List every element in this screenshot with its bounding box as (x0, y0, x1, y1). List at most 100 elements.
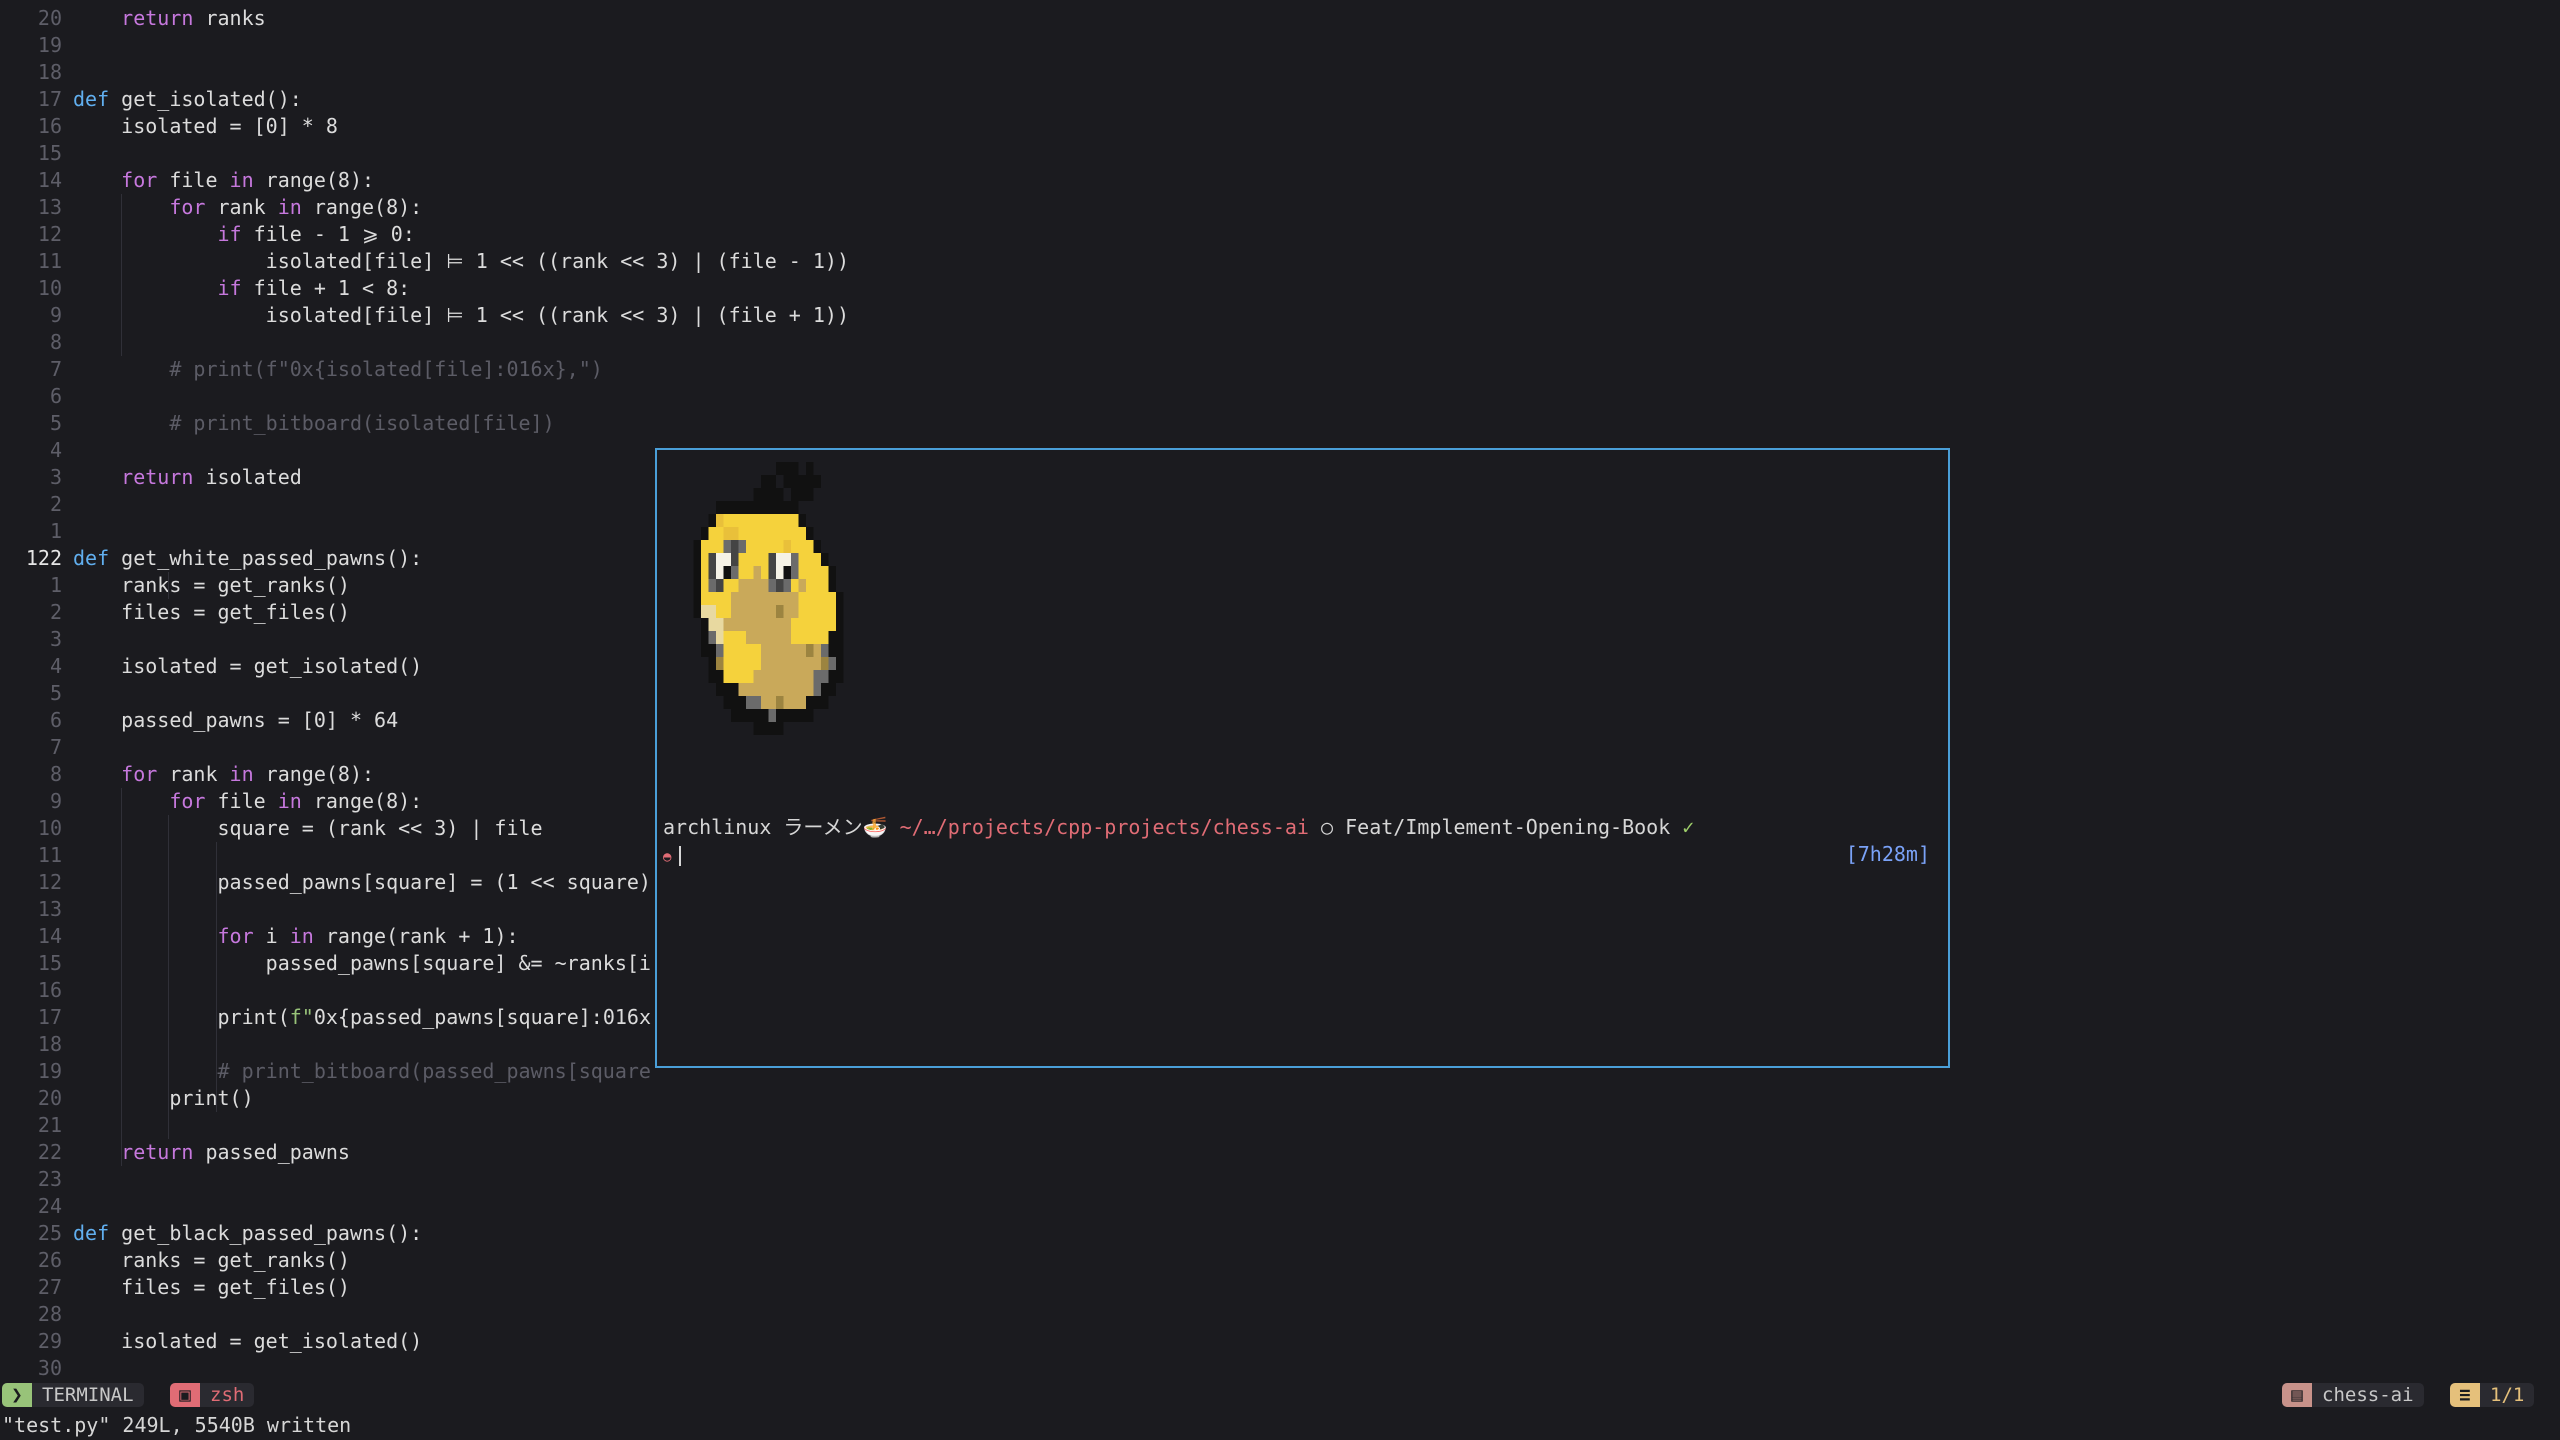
shell-indicator[interactable]: ▣ zsh (170, 1383, 255, 1407)
line-number: 19 (37, 1059, 62, 1083)
code-line[interactable]: passed_pawns = [0] * 64 (73, 707, 398, 734)
line-number: 25 (37, 1221, 62, 1245)
line-number: 6 (49, 708, 62, 732)
line-number: 9 (49, 789, 62, 813)
line-number: 26 (37, 1248, 62, 1272)
line-number: 7 (49, 735, 62, 759)
line-number: 14 (37, 168, 62, 192)
session-timer: [7h28m] (1845, 842, 1930, 866)
line-number: 16 (37, 114, 62, 138)
line-number: 14 (37, 924, 62, 948)
indent-guide (168, 572, 169, 599)
line-number: 18 (37, 60, 62, 84)
line-number: 4 (49, 654, 62, 678)
code-line[interactable]: passed_pawns[square] = (1 << square) (73, 869, 650, 896)
line-number: 15 (37, 951, 62, 975)
lines-icon: ≡ (2450, 1383, 2480, 1407)
code-line[interactable]: def get_white_passed_pawns(): (73, 545, 422, 572)
code-line[interactable]: isolated[file] ⊨ 1 << ((rank << 3) | (fi… (73, 248, 849, 275)
code-line[interactable]: if file - 1 ⩾ 0: (73, 221, 415, 248)
line-number: 2 (49, 600, 62, 624)
code-line[interactable]: isolated = get_isolated() (73, 653, 422, 680)
code-line[interactable]: return ranks (73, 5, 266, 32)
line-number: 1 (49, 573, 62, 597)
line-number: 17 (37, 1005, 62, 1029)
text-cursor (679, 845, 682, 866)
line-number: 1 (49, 519, 62, 543)
line-number: 5 (49, 681, 62, 705)
line-number: 2 (49, 492, 62, 516)
line-number: 6 (49, 384, 62, 408)
line-number: 11 (37, 249, 62, 273)
line-number: 11 (37, 843, 62, 867)
code-line[interactable]: # print_bitboard(passed_pawns[square (73, 1058, 650, 1085)
indent-guide (168, 815, 169, 1139)
prompt-host: archlinux (663, 815, 772, 839)
line-number: 27 (37, 1275, 62, 1299)
code-line[interactable]: files = get_files() (73, 599, 350, 626)
line-number: 20 (37, 6, 62, 30)
code-line[interactable]: for i in range(rank + 1): (73, 923, 519, 950)
code-line[interactable]: ranks = get_ranks() (73, 572, 350, 599)
code-line[interactable]: return isolated (73, 464, 302, 491)
terminal-prompt: archlinux ラーメン🍜 ~/…/projects/cpp-project… (663, 814, 1694, 841)
line-number: 8 (49, 330, 62, 354)
line-number: 20 (37, 1086, 62, 1110)
git-status: ✓ (1682, 815, 1695, 839)
code-line[interactable]: isolated = get_isolated() (73, 1328, 422, 1355)
line-number: 10 (37, 816, 62, 840)
line-number: 17 (37, 87, 62, 111)
line-number: 5 (49, 411, 62, 435)
code-line[interactable]: def get_isolated(): (73, 86, 302, 113)
mode-indicator: ❯ TERMINAL (2, 1383, 144, 1407)
code-line[interactable]: # print_bitboard(isolated[file]) (73, 410, 554, 437)
code-line[interactable]: for rank in range(8): (73, 194, 422, 221)
code-line[interactable]: isolated = [0] * 8 (73, 113, 338, 140)
psyduck-sprite-icon (693, 462, 844, 735)
git-branch: Feat/Implement-Opening-Book (1345, 815, 1671, 839)
prompt-path: ~/…/projects/cpp-projects/chess-ai (899, 815, 1309, 839)
line-number: 29 (37, 1329, 62, 1353)
line-number: 12 (37, 870, 62, 894)
line-number: 15 (37, 141, 62, 165)
status-line: ❯ TERMINAL ▣ zsh ▤ chess-ai ≡ 1/1 (0, 1380, 2560, 1410)
code-line[interactable]: # print(f"0x{isolated[file]:016x},") (73, 356, 602, 383)
position-indicator: ≡ 1/1 (2450, 1383, 2535, 1407)
code-line[interactable]: passed_pawns[square] &= ~ranks[i (73, 950, 651, 977)
code-line[interactable]: if file + 1 < 8: (73, 275, 411, 302)
code-line[interactable]: def get_black_passed_pawns(): (73, 1220, 422, 1247)
line-number: 9 (49, 303, 62, 327)
line-number: 4 (49, 438, 62, 462)
indent-guide (121, 194, 122, 356)
line-number: 18 (37, 1032, 62, 1056)
line-number: 122 (25, 546, 62, 570)
line-number: 21 (37, 1113, 62, 1137)
line-number: 3 (49, 627, 62, 651)
code-line[interactable]: square = (rank << 3) | file (73, 815, 542, 842)
project-indicator[interactable]: ▤ chess-ai (2282, 1383, 2424, 1407)
code-line[interactable]: print(f"0x{passed_pawns[square]:016x (73, 1004, 651, 1031)
code-line[interactable]: for file in range(8): (73, 167, 374, 194)
line-number: 28 (37, 1302, 62, 1326)
code-line[interactable]: files = get_files() (73, 1274, 350, 1301)
code-line[interactable]: for rank in range(8): (73, 761, 374, 788)
prompt-symbol: ◓ (663, 849, 672, 865)
code-line[interactable]: isolated[file] ⊨ 1 << ((rank << 3) | (fi… (73, 302, 849, 329)
line-number: 13 (37, 195, 62, 219)
code-line[interactable]: print() (73, 1085, 253, 1112)
line-number: 12 (37, 222, 62, 246)
indent-guide (216, 842, 217, 1112)
floating-terminal[interactable]: archlinux ラーメン🍜 ~/…/projects/cpp-project… (655, 448, 1950, 1068)
code-line[interactable]: return passed_pawns (73, 1139, 350, 1166)
code-line[interactable]: for file in range(8): (73, 788, 422, 815)
line-number: 22 (37, 1140, 62, 1164)
terminal-box-icon: ▣ (170, 1383, 200, 1407)
code-line[interactable]: ranks = get_ranks() (73, 1247, 350, 1274)
git-branch-icon: ○ (1321, 815, 1334, 839)
line-number: 23 (37, 1167, 62, 1191)
folder-icon: ▤ (2282, 1383, 2312, 1407)
line-number: 30 (37, 1356, 62, 1380)
line-number: 19 (37, 33, 62, 57)
terminal-input-line[interactable]: ◓ (663, 841, 682, 871)
line-number: 8 (49, 762, 62, 786)
